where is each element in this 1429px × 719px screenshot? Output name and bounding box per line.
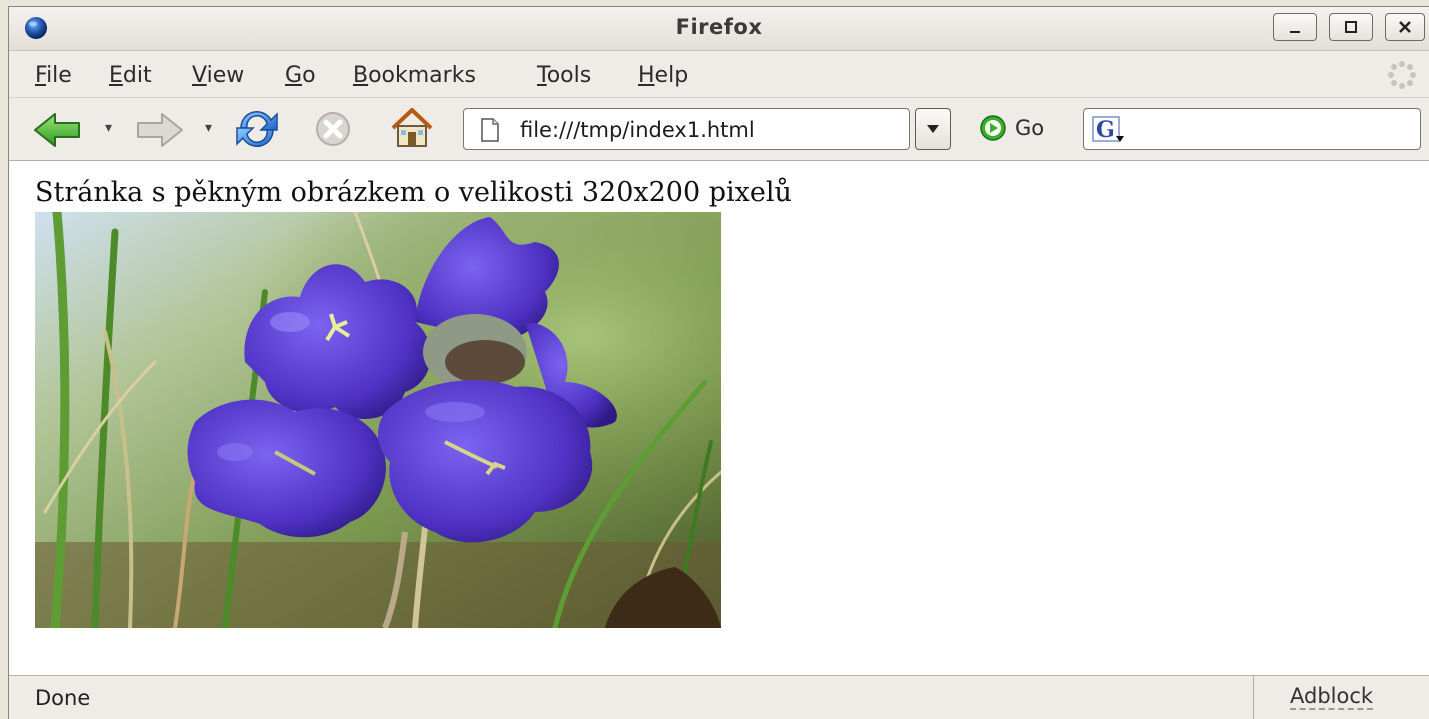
page-paragraph: Stránka s pěkným obrázkem o velikosti 32… <box>35 177 792 208</box>
status-text: Done <box>35 686 91 710</box>
page-icon <box>481 118 499 142</box>
go-arrow-icon <box>980 115 1006 141</box>
chevron-down-icon <box>927 125 939 133</box>
back-arrow-icon[interactable] <box>33 112 83 148</box>
throbber-icon <box>1388 61 1416 89</box>
go-label: Go <box>1015 116 1045 140</box>
address-dropdown-button[interactable] <box>915 108 951 150</box>
navigation-toolbar: ▾ ▾ file:///tmp/index1.html Go G <box>9 98 1429 161</box>
page-content: Stránka s pěkným obrázkem o velikosti 32… <box>9 161 1429 675</box>
purple-bellflower-image <box>35 212 721 628</box>
flower-photo <box>35 212 721 628</box>
menu-edit[interactable]: Edit <box>109 63 152 88</box>
menu-file[interactable]: File <box>35 63 72 88</box>
close-button[interactable] <box>1385 13 1425 41</box>
google-g-icon[interactable]: G <box>1092 116 1126 144</box>
menu-bar: File Edit View Go Bookmarks Tools Help <box>9 51 1429 98</box>
browser-window: Firefox File Edit View Go Bookmarks Tool… <box>8 6 1429 719</box>
stop-icon[interactable] <box>314 110 352 148</box>
reload-icon[interactable] <box>233 108 281 150</box>
menu-tools[interactable]: Tools <box>537 63 591 88</box>
menu-help[interactable]: Help <box>638 63 688 88</box>
close-icon <box>1399 21 1411 33</box>
address-bar[interactable]: file:///tmp/index1.html <box>463 108 910 150</box>
minimize-icon <box>1290 31 1300 33</box>
menu-bookmarks[interactable]: Bookmarks <box>353 63 476 88</box>
menu-go[interactable]: Go <box>285 63 316 88</box>
menu-view[interactable]: View <box>192 63 244 88</box>
search-bar[interactable]: G <box>1083 108 1421 150</box>
minimize-button[interactable] <box>1273 13 1317 41</box>
status-bar: Done Adblock <box>9 675 1429 719</box>
title-bar[interactable]: Firefox <box>9 7 1429 51</box>
window-title: Firefox <box>675 15 763 39</box>
status-separator <box>1253 676 1254 719</box>
home-icon[interactable] <box>389 106 435 150</box>
forward-dropdown-icon[interactable]: ▾ <box>205 120 212 136</box>
adblock-status[interactable]: Adblock <box>1290 684 1374 710</box>
address-text[interactable]: file:///tmp/index1.html <box>520 118 755 142</box>
svg-text:G: G <box>1096 117 1115 143</box>
go-button[interactable]: Go <box>979 112 1044 144</box>
maximize-button[interactable] <box>1329 13 1373 41</box>
back-dropdown-icon[interactable]: ▾ <box>105 120 112 136</box>
forward-arrow-icon[interactable] <box>134 112 184 148</box>
maximize-icon <box>1345 21 1357 33</box>
